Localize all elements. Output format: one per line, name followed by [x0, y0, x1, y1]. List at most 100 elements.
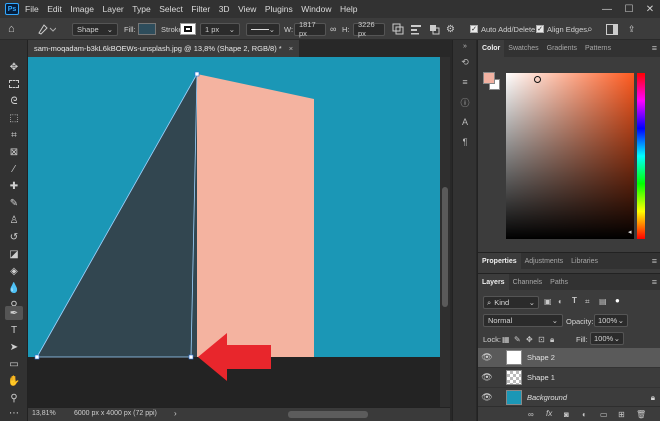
- home-icon[interactable]: ⌂: [8, 22, 15, 36]
- minimize-button[interactable]: —: [596, 0, 618, 18]
- filter-smart-object-icon[interactable]: ▤: [599, 297, 607, 306]
- frame-tool-icon[interactable]: ⊠: [5, 145, 23, 159]
- vertical-scroll-thumb[interactable]: [442, 187, 448, 307]
- opacity-field[interactable]: 100% ⌄: [594, 314, 628, 327]
- layer-row-shape-1[interactable]: 👁︎ Shape 1: [478, 368, 660, 388]
- eye-icon[interactable]: 👁︎: [478, 392, 496, 403]
- menu-type[interactable]: Type: [132, 4, 150, 14]
- clone-stamp-tool-icon[interactable]: ♙: [5, 213, 23, 227]
- close-tab-icon[interactable]: ×: [289, 44, 293, 53]
- panel-menu-icon[interactable]: ≡: [652, 277, 657, 287]
- tab-swatches[interactable]: Swatches: [504, 40, 542, 57]
- menu-3d[interactable]: 3D: [219, 4, 230, 14]
- lock-artboard-icon[interactable]: ⊡: [538, 335, 545, 344]
- crop-tool-icon[interactable]: ⌗: [5, 128, 23, 142]
- color-picker-field[interactable]: [506, 73, 634, 239]
- tab-layers[interactable]: Layers: [478, 274, 509, 291]
- path-alignment-icon[interactable]: [410, 22, 422, 36]
- canvas-area[interactable]: [28, 57, 440, 407]
- color-picker-handle[interactable]: [534, 76, 541, 83]
- panel-menu-icon[interactable]: ≡: [652, 256, 657, 266]
- object-selection-tool-icon[interactable]: ⬚: [5, 111, 23, 125]
- collapse-icon[interactable]: »: [459, 40, 471, 52]
- link-icon[interactable]: ∞: [330, 22, 336, 36]
- share-icon[interactable]: ⇪: [628, 22, 636, 36]
- layer-row-background[interactable]: 👁︎ Background 🔒︎: [478, 388, 660, 408]
- menu-select[interactable]: Select: [159, 4, 183, 14]
- menu-layer[interactable]: Layer: [102, 4, 123, 14]
- layer-name[interactable]: Shape 2: [527, 353, 555, 362]
- layer-name[interactable]: Shape 1: [527, 373, 555, 382]
- tab-color[interactable]: Color: [478, 40, 505, 57]
- auto-add-delete-checkbox[interactable]: ✓ Auto Add/Delete: [470, 22, 535, 36]
- blur-tool-icon[interactable]: 💧: [5, 281, 23, 295]
- paragraph-panel-icon[interactable]: ¶: [459, 136, 471, 148]
- tab-gradients[interactable]: Gradients: [543, 40, 581, 57]
- hue-slider-handle-icon[interactable]: ◂: [628, 228, 632, 236]
- eye-icon[interactable]: 👁︎: [478, 372, 496, 383]
- stroke-swatch[interactable]: [180, 22, 196, 36]
- filter-adjustment-icon[interactable]: ◐: [558, 297, 563, 306]
- vertical-scrollbar[interactable]: [440, 57, 450, 407]
- lock-all-icon[interactable]: 🔒︎: [550, 335, 554, 345]
- menu-help[interactable]: Help: [340, 4, 357, 14]
- properties-panel-icon[interactable]: ≡: [459, 76, 471, 88]
- filter-type-icon[interactable]: T: [572, 296, 577, 305]
- filter-shape-icon[interactable]: ⌗: [585, 297, 590, 307]
- fill-swatch[interactable]: [138, 22, 156, 36]
- path-operations-icon[interactable]: [392, 22, 404, 36]
- layer-filter-select[interactable]: ⌕ Kind ⌄: [483, 296, 539, 309]
- tab-channels[interactable]: Channels: [509, 274, 547, 291]
- adjustment-layer-icon[interactable]: ◐: [582, 410, 587, 419]
- zoom-level[interactable]: 13,81%: [32, 410, 56, 417]
- eraser-tool-icon[interactable]: ◪: [5, 247, 23, 261]
- search-icon[interactable]: ⌕: [587, 22, 593, 36]
- mode-select[interactable]: Shape ⌄: [72, 22, 118, 36]
- tool-preset-picker[interactable]: [36, 22, 56, 36]
- menu-window[interactable]: Window: [301, 4, 331, 14]
- menu-edit[interactable]: Edit: [47, 4, 62, 14]
- maximize-button[interactable]: ☐: [618, 0, 640, 18]
- tab-paths[interactable]: Paths: [546, 274, 572, 291]
- menu-filter[interactable]: Filter: [191, 4, 210, 14]
- type-tool-icon[interactable]: T: [5, 323, 23, 337]
- menu-view[interactable]: View: [238, 4, 256, 14]
- marquee-tool-icon[interactable]: [5, 77, 23, 91]
- lock-pixels-icon[interactable]: ✎: [514, 335, 521, 344]
- fill-field[interactable]: 100% ⌄: [590, 332, 624, 345]
- hue-slider[interactable]: [637, 73, 645, 239]
- fx-icon[interactable]: fx: [546, 409, 552, 418]
- stroke-width-field[interactable]: 1 px ⌄: [200, 22, 240, 36]
- link-layers-icon[interactable]: ∞: [528, 410, 534, 419]
- layer-row-shape-2[interactable]: 👁︎ Shape 2: [478, 348, 660, 368]
- more-tools-icon[interactable]: ⋯: [5, 406, 23, 420]
- eyedropper-tool-icon[interactable]: ⁄: [5, 162, 23, 176]
- zoom-tool-icon[interactable]: ⚲: [5, 391, 23, 405]
- height-field[interactable]: 3226 px: [353, 20, 385, 38]
- tab-libraries[interactable]: Libraries: [567, 253, 602, 270]
- tab-adjustments[interactable]: Adjustments: [521, 253, 568, 270]
- layer-name[interactable]: Background: [527, 393, 567, 402]
- tab-patterns[interactable]: Patterns: [581, 40, 615, 57]
- document-tab[interactable]: sam-moqadam-b3kL6kBOEWs-unsplash.jpg @ 1…: [28, 40, 300, 57]
- stroke-type-select[interactable]: ⌄: [246, 22, 280, 36]
- width-field[interactable]: 1817 px: [294, 20, 326, 38]
- healing-brush-tool-icon[interactable]: ✚: [5, 179, 23, 193]
- align-edges-checkbox[interactable]: ✓ Align Edges: [536, 22, 587, 36]
- hand-tool-icon[interactable]: ✋: [5, 374, 23, 388]
- close-button[interactable]: ✕: [639, 0, 660, 18]
- filter-toggle-icon[interactable]: ●: [615, 296, 620, 305]
- blend-mode-select[interactable]: Normal ⌄: [483, 314, 563, 327]
- move-tool-icon[interactable]: ✥: [5, 60, 23, 74]
- eye-icon[interactable]: 👁︎: [478, 352, 496, 363]
- foreground-color-swatch[interactable]: [483, 72, 495, 84]
- menu-plugins[interactable]: Plugins: [265, 4, 293, 14]
- history-brush-tool-icon[interactable]: ↺: [5, 230, 23, 244]
- paint-bucket-tool-icon[interactable]: ◈: [5, 264, 23, 278]
- rectangle-tool-icon[interactable]: ▭: [5, 357, 23, 371]
- path-selection-tool-icon[interactable]: ➤: [5, 340, 23, 354]
- character-panel-icon[interactable]: A: [459, 116, 471, 128]
- document-canvas[interactable]: [28, 57, 440, 407]
- menu-file[interactable]: File: [25, 4, 39, 14]
- lock-position-icon[interactable]: ✥: [526, 335, 533, 344]
